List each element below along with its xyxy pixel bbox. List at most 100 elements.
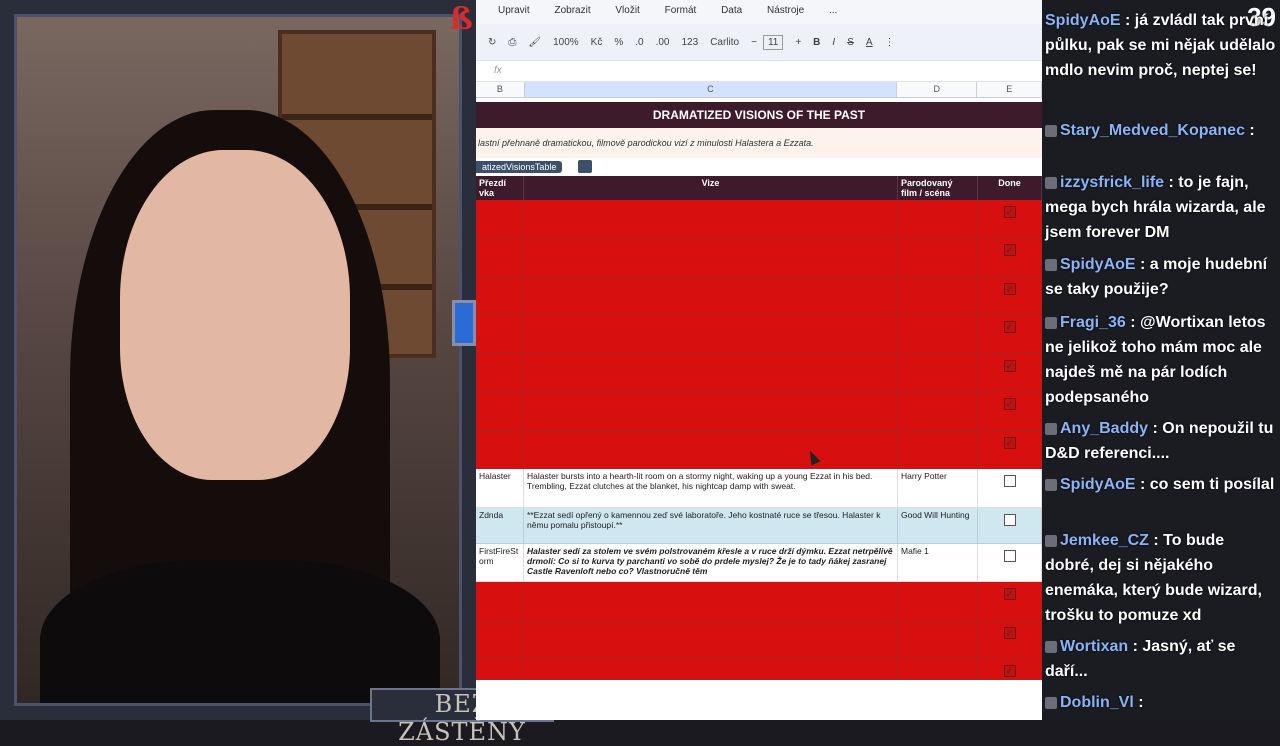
menu-data[interactable]: Data: [721, 5, 742, 16]
percent-button[interactable]: %: [614, 37, 623, 48]
done-checkbox[interactable]: [1003, 514, 1016, 526]
vision-cell[interactable]: [524, 238, 898, 276]
chat-username[interactable]: SpidyAoE: [1060, 256, 1136, 273]
vision-cell[interactable]: [524, 315, 898, 353]
done-checkbox-checked[interactable]: ✓: [1003, 206, 1016, 218]
italic-icon[interactable]: I: [832, 37, 835, 48]
menu-upravit[interactable]: Upravit: [498, 5, 530, 16]
film-cell[interactable]: [898, 315, 978, 353]
film-cell[interactable]: [898, 431, 978, 468]
chat-username[interactable]: Doblin_Vl: [1060, 694, 1134, 711]
table-row: Halaster Halaster bursts into a hearth-li…: [476, 469, 1042, 508]
nickname-cell[interactable]: [476, 621, 524, 658]
vision-cell[interactable]: [524, 354, 898, 391]
decrease-decimal-button[interactable]: .0: [635, 37, 643, 48]
film-cell[interactable]: Good Will Hunting: [898, 508, 978, 543]
done-checkbox-checked[interactable]: ✓: [1003, 321, 1016, 333]
zoom-select[interactable]: 100%: [553, 37, 579, 48]
nickname-cell[interactable]: [476, 238, 524, 276]
font-size-input[interactable]: 11: [762, 34, 784, 50]
chat-username[interactable]: Fragi_36: [1060, 314, 1126, 331]
film-cell[interactable]: [898, 621, 978, 658]
print-icon[interactable]: ⎙: [508, 37, 516, 48]
nickname-cell[interactable]: FirstFireSt orm: [476, 544, 524, 581]
vision-cell[interactable]: [524, 392, 898, 430]
column-c-header[interactable]: C: [524, 82, 898, 97]
done-checkbox-checked[interactable]: ✓: [1003, 283, 1016, 295]
redo-icon[interactable]: ↻: [488, 37, 496, 48]
chat-username[interactable]: izzysfrick_life: [1060, 174, 1164, 191]
menu-format[interactable]: Formát: [665, 5, 697, 16]
done-checkbox-checked[interactable]: ✓: [1003, 398, 1016, 410]
nickname-cell[interactable]: [476, 431, 524, 468]
column-e-header[interactable]: E: [977, 82, 1042, 97]
film-cell[interactable]: [898, 200, 978, 237]
nickname-cell[interactable]: [476, 582, 524, 620]
nickname-cell[interactable]: Halaster: [476, 469, 524, 507]
done-checkbox[interactable]: [1003, 550, 1016, 562]
done-checkbox-checked[interactable]: ✓: [1003, 665, 1016, 677]
menu-zobrazit[interactable]: Zobrazit: [554, 5, 590, 16]
decrease-font-icon[interactable]: −: [751, 37, 757, 48]
chat-username[interactable]: Stary_Medved_Kopanec: [1060, 122, 1245, 139]
formula-bar[interactable]: fx: [476, 61, 1042, 82]
column-headers: B C D E: [476, 82, 1042, 98]
chat-username[interactable]: Any_Baddy: [1060, 420, 1148, 437]
menu-more[interactable]: ...: [829, 5, 837, 16]
column-d-header[interactable]: D: [897, 82, 978, 97]
vision-cell[interactable]: [524, 200, 898, 237]
done-checkbox-checked[interactable]: ✓: [1003, 588, 1016, 600]
font-select[interactable]: Carlito: [710, 37, 739, 48]
nickname-cell[interactable]: Zdnda: [476, 508, 524, 543]
film-cell[interactable]: Harry Potter: [898, 469, 978, 507]
vision-cell[interactable]: **Ezzat sedí opřený o kamennou zeď své l…: [524, 508, 898, 543]
chat-username[interactable]: SpidyAoE: [1060, 476, 1136, 493]
nickname-cell[interactable]: [476, 392, 524, 430]
table-name-chip[interactable]: atizedVisionsTable: [476, 161, 563, 173]
vision-cell[interactable]: Halaster bursts into a hearth-lit room o…: [524, 469, 898, 507]
vision-cell[interactable]: Halaster sedí za stolem ve svém polstrov…: [524, 544, 898, 581]
chat-username[interactable]: Wortixan: [1060, 638, 1128, 655]
increase-decimal-button[interactable]: .00: [656, 37, 670, 48]
vision-cell[interactable]: [524, 621, 898, 658]
increase-font-icon[interactable]: +: [795, 37, 801, 48]
film-cell[interactable]: [898, 238, 978, 276]
paint-format-icon[interactable]: 🖌: [528, 37, 541, 48]
chat-username[interactable]: SpidyAoE: [1045, 12, 1121, 29]
nickname-cell[interactable]: [476, 200, 524, 237]
currency-button[interactable]: Kč: [591, 37, 603, 48]
text-color-icon[interactable]: A: [866, 37, 873, 48]
strikethrough-icon[interactable]: S: [847, 37, 854, 48]
table-icon[interactable]: [578, 160, 592, 173]
done-checkbox-checked[interactable]: ✓: [1003, 437, 1016, 449]
header-parodovany-film[interactable]: Parodovaný film / scéna: [898, 176, 978, 200]
number-format-button[interactable]: 123: [682, 37, 699, 48]
menu-vlozit[interactable]: Vložit: [615, 5, 639, 16]
done-checkbox[interactable]: [1003, 475, 1016, 487]
header-vize[interactable]: Vize: [524, 176, 898, 200]
bold-icon[interactable]: B: [813, 37, 820, 48]
menu-nastroje[interactable]: Nástroje: [767, 5, 804, 16]
nickname-cell[interactable]: [476, 659, 524, 679]
film-cell[interactable]: [898, 582, 978, 620]
film-cell[interactable]: Mafie 1: [898, 544, 978, 581]
vision-cell[interactable]: [524, 582, 898, 620]
vision-cell[interactable]: [524, 277, 898, 314]
vision-cell[interactable]: [524, 659, 898, 679]
done-checkbox-checked[interactable]: ✓: [1003, 627, 1016, 639]
nickname-cell[interactable]: [476, 354, 524, 391]
film-cell[interactable]: [898, 659, 978, 679]
header-prezdivka[interactable]: Přezdí vka: [476, 176, 524, 200]
more-options-icon[interactable]: ⋮: [885, 37, 895, 48]
film-cell[interactable]: [898, 277, 978, 314]
header-done[interactable]: Done: [978, 176, 1042, 200]
film-cell[interactable]: [898, 354, 978, 391]
done-checkbox-checked[interactable]: ✓: [1003, 244, 1016, 256]
nickname-cell[interactable]: [476, 277, 524, 314]
chat-username[interactable]: Jemkee_CZ: [1060, 532, 1149, 549]
vision-cell[interactable]: [524, 431, 898, 468]
film-cell[interactable]: [898, 392, 978, 430]
nickname-cell[interactable]: [476, 315, 524, 353]
done-checkbox-checked[interactable]: ✓: [1003, 360, 1016, 372]
column-b-header[interactable]: B: [476, 82, 525, 97]
